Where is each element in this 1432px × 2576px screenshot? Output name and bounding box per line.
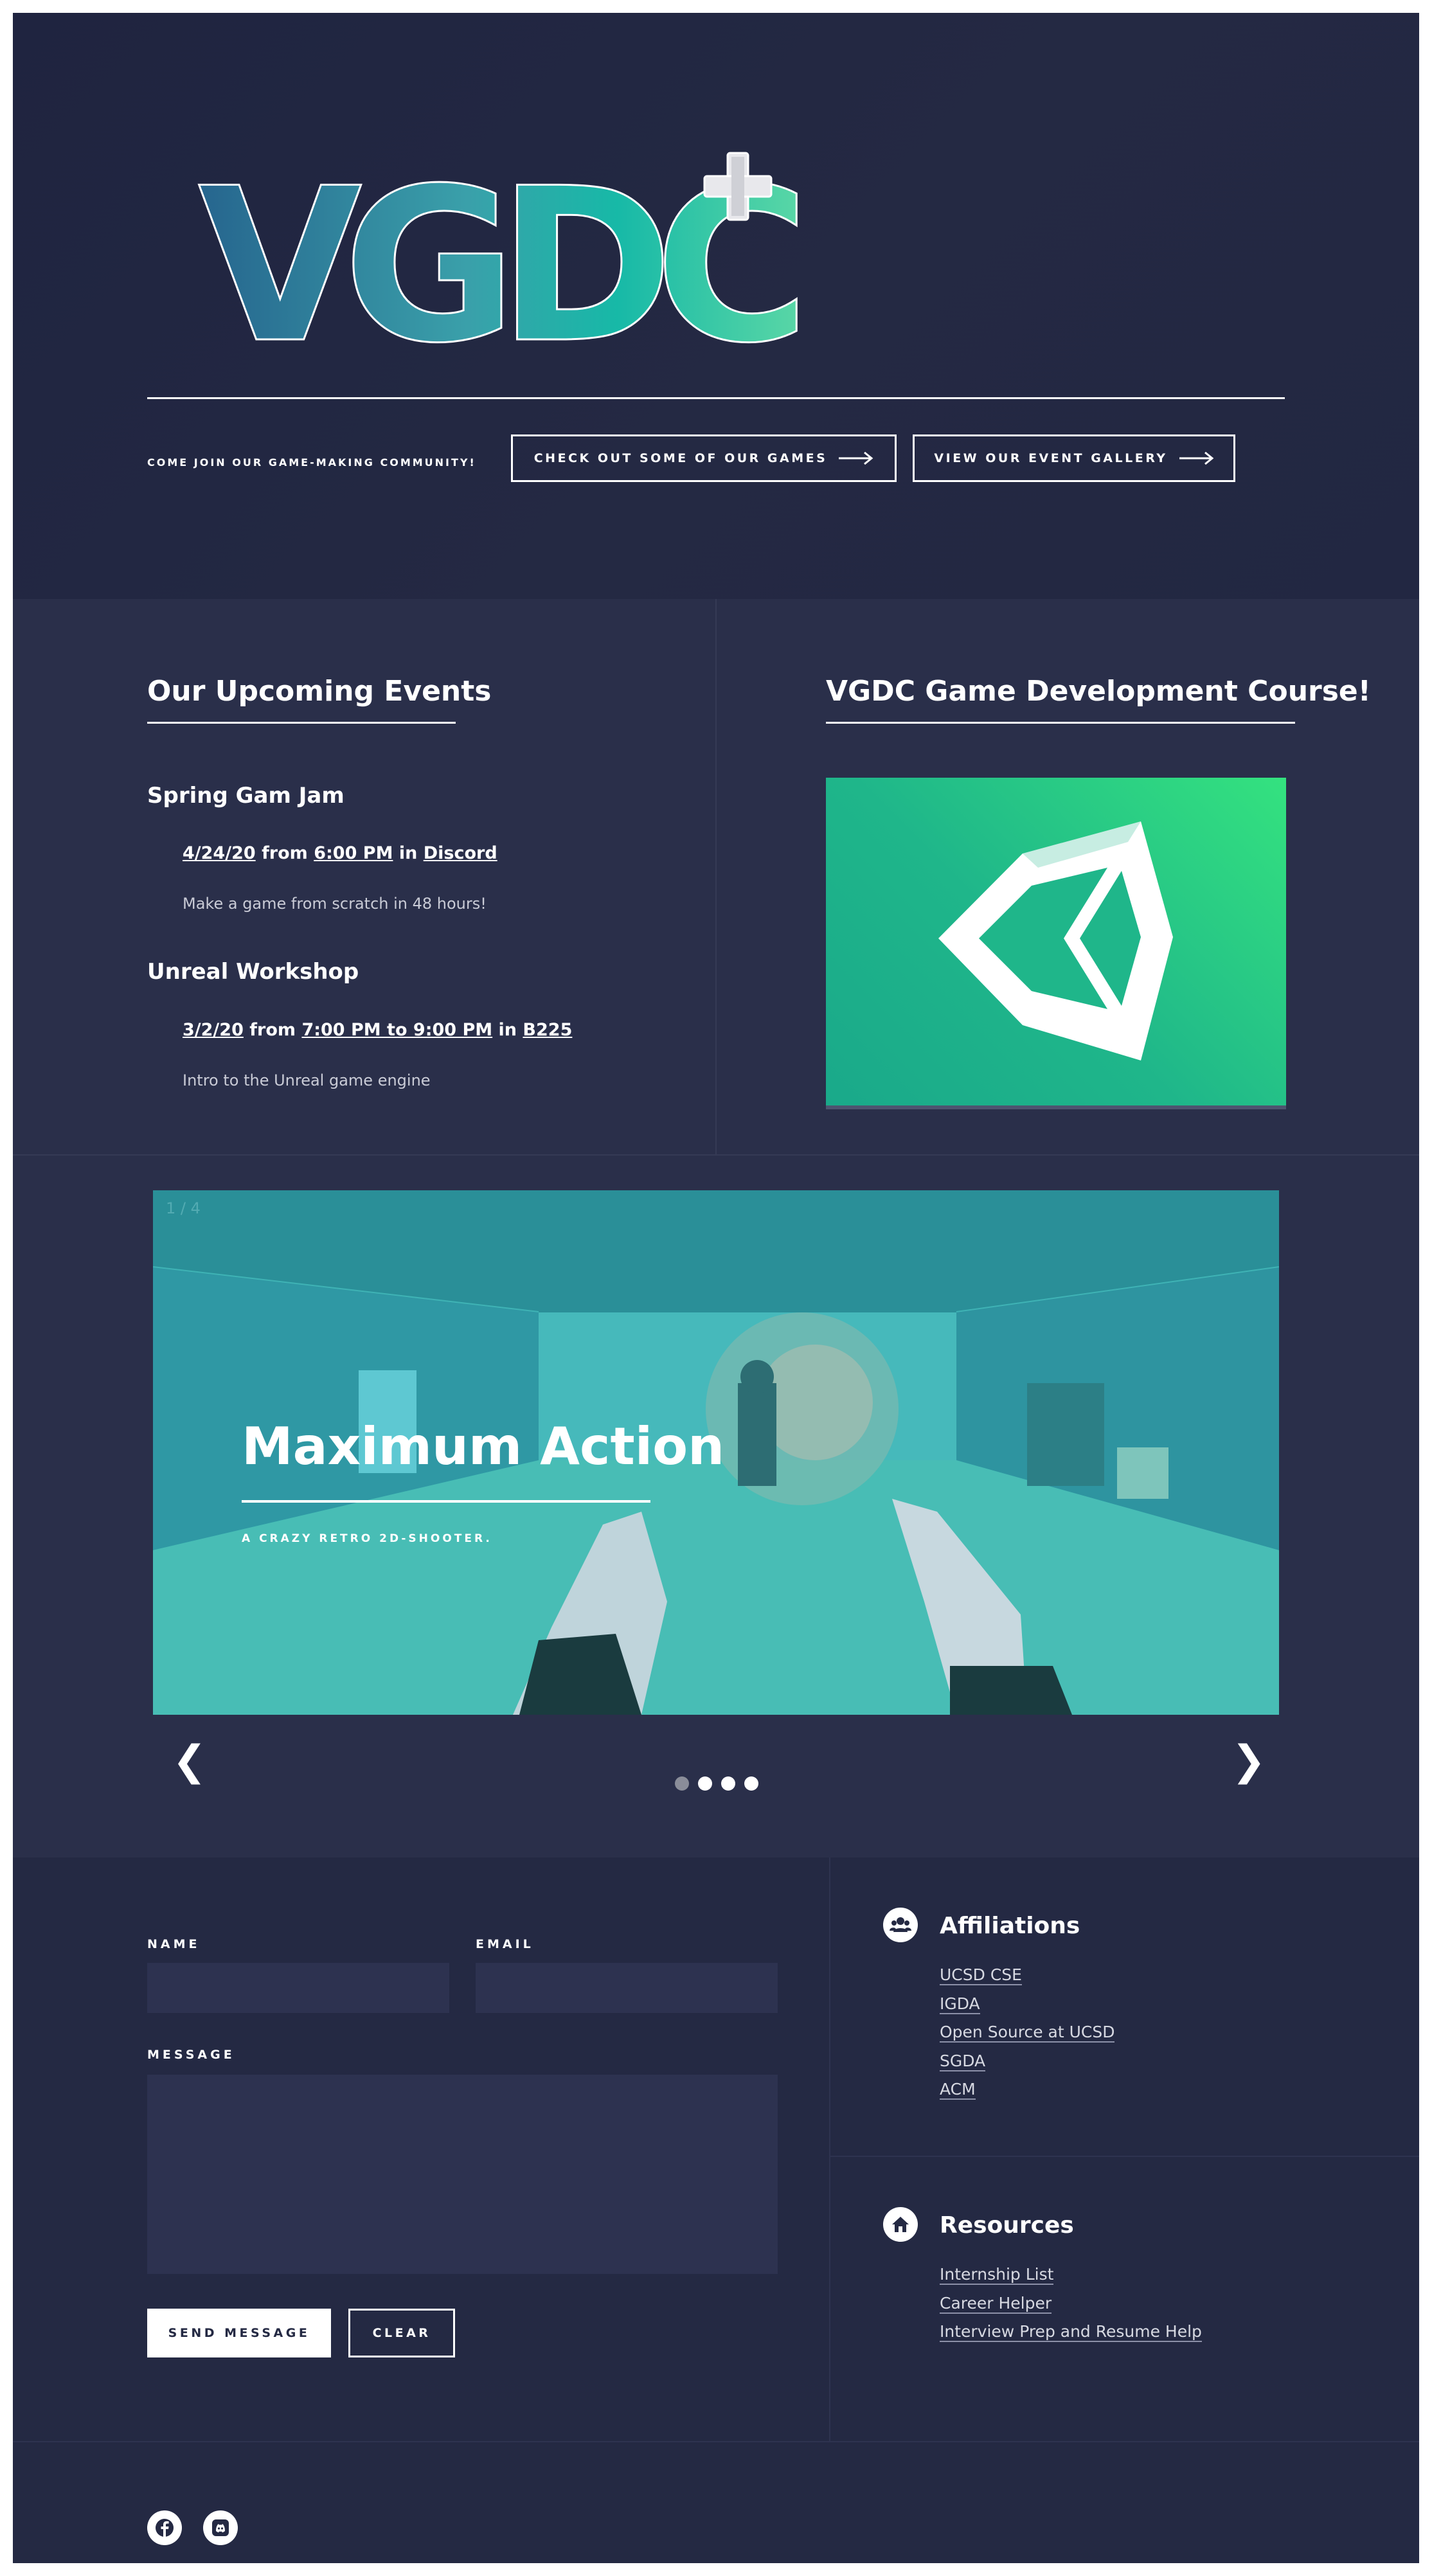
discord-icon[interactable]	[203, 2510, 238, 2545]
column-divider	[715, 599, 717, 1156]
events-title: Our Upcoming Events	[147, 675, 491, 724]
games-button-label: CHECK OUT SOME OF OUR GAMES	[533, 451, 828, 465]
column-divider	[829, 1857, 830, 2441]
event-from-text: from	[262, 843, 308, 863]
course-title: VGDC Game Development Course!	[826, 675, 1371, 724]
event-name: Spring Gam Jam	[147, 783, 345, 809]
footer-divider	[13, 2441, 1419, 2442]
email-input[interactable]	[476, 1963, 778, 2013]
gallery-button-label: VIEW OUR EVENT GALLERY	[934, 451, 1168, 465]
course-image[interactable]	[826, 778, 1286, 1105]
affiliations-title: Affiliations	[940, 1913, 1080, 1939]
games-button[interactable]: CHECK OUT SOME OF OUR GAMES	[511, 434, 897, 482]
facebook-icon[interactable]	[147, 2510, 182, 2545]
event-in-text: in	[498, 1020, 517, 1040]
resource-link[interactable]: Career Helper	[940, 2293, 1052, 2314]
list-item: Internship List	[940, 2265, 1202, 2294]
sidebar-divider	[829, 2156, 1419, 2157]
hero-banner: VGDC COME JOIN OUR GAME-MAKING COMMUNITY…	[13, 13, 1419, 599]
slide-subtitle: A CRAZY RETRO 2D-SHOOTER.	[242, 1532, 492, 1545]
event-in-text: in	[398, 843, 418, 863]
event-meta: 3/2/20 from 7:00 PM to 9:00 PM in B225	[183, 1020, 572, 1040]
event-from-text: from	[249, 1020, 296, 1040]
affiliation-link[interactable]: UCSD CSE	[940, 1965, 1022, 1985]
event-time-link[interactable]: 7:00 PM to 9:00 PM	[301, 1020, 492, 1040]
event-time-link[interactable]: 6:00 PM	[314, 843, 393, 863]
affiliation-link[interactable]: IGDA	[940, 1994, 980, 2014]
page-frame: VGDC COME JOIN OUR GAME-MAKING COMMUNITY…	[13, 13, 1419, 2563]
hero-divider	[147, 397, 1285, 399]
event-date-link[interactable]: 4/24/20	[183, 843, 256, 863]
affiliation-link[interactable]: SGDA	[940, 2051, 986, 2071]
list-item: UCSD CSE	[940, 1965, 1114, 1994]
event-location-link[interactable]: Discord	[424, 843, 497, 863]
list-item: IGDA	[940, 1994, 1114, 2023]
list-item: Career Helper	[940, 2293, 1202, 2323]
message-textarea[interactable]	[147, 2075, 778, 2274]
affiliation-link[interactable]: ACM	[940, 2080, 976, 2100]
contact-section: NAME EMAIL MESSAGE SEND MESSAGE CLEAR Af…	[13, 1857, 1419, 2441]
unity-logo-icon	[938, 821, 1173, 1060]
name-label: NAME	[147, 1937, 201, 1951]
list-item: SGDA	[940, 2051, 1114, 2080]
message-label: MESSAGE	[147, 2048, 235, 2062]
name-input[interactable]	[147, 1963, 449, 2013]
affiliation-link[interactable]: Open Source at UCSD	[940, 2023, 1115, 2043]
vgdc-logo: VGDC	[197, 142, 804, 380]
hero-tagline: COME JOIN OUR GAME-MAKING COMMUNITY!	[147, 456, 476, 469]
event-date-link[interactable]: 3/2/20	[183, 1020, 244, 1040]
footer	[13, 2441, 1419, 2563]
event-location-link[interactable]: B225	[523, 1020, 572, 1040]
arrow-right-icon	[1179, 452, 1213, 465]
users-icon	[883, 1908, 918, 1942]
carousel-prev-button[interactable]: ❮	[172, 1735, 207, 1787]
resources-list: Internship List Career Helper Interview …	[940, 2265, 1202, 2351]
affiliations-list: UCSD CSE IGDA Open Source at UCSD SGDA A…	[940, 1965, 1115, 2109]
event-meta: 4/24/20 from 6:00 PM in Discord	[183, 843, 497, 863]
send-message-button[interactable]: SEND MESSAGE	[147, 2309, 331, 2357]
carousel-next-button[interactable]: ❯	[1231, 1735, 1266, 1787]
list-item: Interview Prep and Resume Help	[940, 2322, 1202, 2351]
carousel-dot[interactable]	[744, 1776, 758, 1791]
events-section: Our Upcoming Events Spring Gam Jam 4/24/…	[13, 599, 1419, 1156]
event-description: Intro to the Unreal game engine	[183, 1071, 431, 1089]
course-image-underline	[826, 1105, 1286, 1109]
home-icon	[883, 2207, 918, 2242]
event-description: Make a game from scratch in 48 hours!	[183, 895, 487, 913]
carousel-dot[interactable]	[675, 1776, 689, 1791]
event-name: Unreal Workshop	[147, 959, 359, 985]
slide-divider	[242, 1500, 650, 1503]
resource-link[interactable]: Interview Prep and Resume Help	[940, 2322, 1202, 2342]
clear-button[interactable]: CLEAR	[348, 2309, 455, 2357]
slide-title: Maximum Action	[242, 1417, 725, 1476]
email-label: EMAIL	[476, 1937, 534, 1951]
arrow-right-icon	[839, 452, 873, 465]
resources-title: Resources	[940, 2212, 1074, 2239]
carousel-dot[interactable]	[721, 1776, 735, 1791]
games-carousel: 1 / 4 Maximum Action A CRAZY RETRO 2D-SH…	[13, 1156, 1419, 1857]
carousel-dot[interactable]	[698, 1776, 712, 1791]
gallery-button[interactable]: VIEW OUR EVENT GALLERY	[913, 434, 1235, 482]
resource-link[interactable]: Internship List	[940, 2265, 1054, 2285]
list-item: ACM	[940, 2080, 1114, 2109]
carousel-dots	[675, 1776, 758, 1791]
list-item: Open Source at UCSD	[940, 2023, 1115, 2052]
slide-counter: 1 / 4	[166, 1199, 201, 1217]
carousel-slide[interactable]: 1 / 4 Maximum Action A CRAZY RETRO 2D-SH…	[153, 1190, 1279, 1715]
